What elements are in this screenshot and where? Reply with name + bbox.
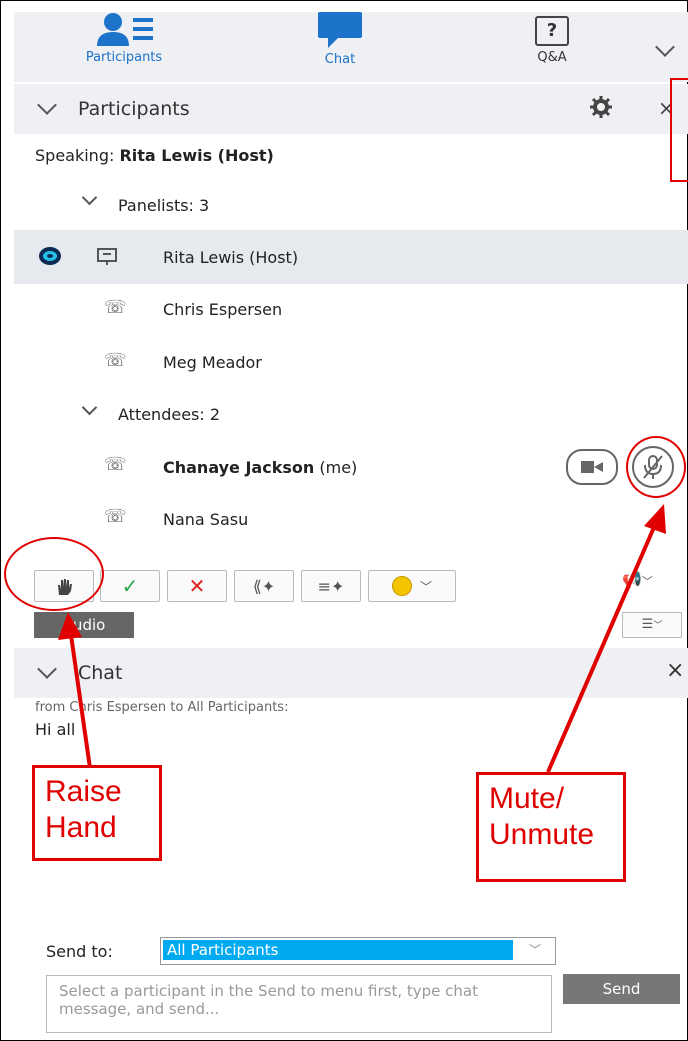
mute-unmute-callout: Mute/ Unmute — [476, 772, 626, 882]
send-to-label: Send to: — [46, 942, 113, 961]
send-to-value: All Participants — [163, 940, 513, 960]
chat-message-input[interactable] — [59, 982, 539, 1026]
annotation-arrows — [58, 504, 666, 773]
chat-message-box[interactable] — [46, 975, 552, 1033]
raise-hand-callout: Raise Hand — [32, 765, 162, 861]
send-to-select[interactable]: All Participants ﹀ — [160, 937, 556, 965]
chevron-down-icon: ﹀ — [529, 943, 542, 957]
send-button[interactable]: Send — [563, 974, 680, 1004]
